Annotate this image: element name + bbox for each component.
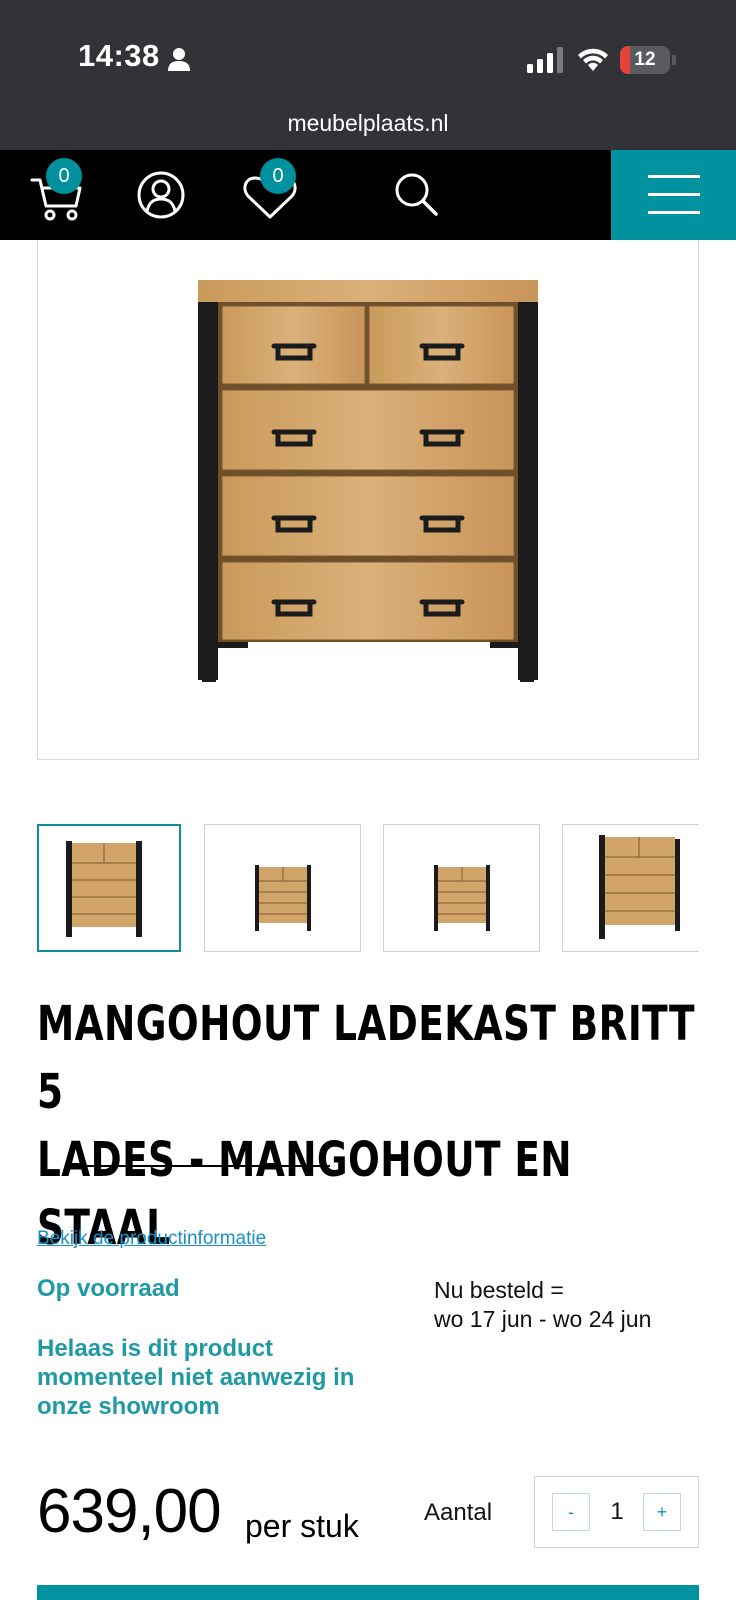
person-icon	[168, 48, 190, 71]
price-unit: per stuk	[245, 1508, 359, 1544]
thumbnail-image	[599, 835, 680, 939]
site-navbar: 0 0	[0, 150, 736, 240]
cart-count-badge: 0	[46, 158, 82, 194]
product-price: 639,00	[37, 1477, 222, 1546]
quantity-stepper: - 1 +	[534, 1476, 699, 1548]
thumbnail-2[interactable]	[204, 824, 361, 952]
menu-icon	[648, 175, 700, 178]
wifi-icon	[578, 48, 608, 71]
quantity-decrease-button[interactable]: -	[552, 1493, 590, 1531]
status-bar: 14:38 12 meubelplaats.nl	[0, 0, 736, 150]
menu-icon-line	[648, 193, 700, 196]
thumbnail-3[interactable]	[383, 824, 540, 952]
battery-icon: 12	[620, 46, 670, 74]
thumbnail-image	[434, 865, 490, 931]
menu-button[interactable]	[611, 150, 736, 240]
menu-icon-line	[648, 211, 700, 214]
thumbnail-strip	[37, 824, 699, 952]
thumbnail-image	[255, 865, 311, 931]
add-to-cart-button[interactable]	[37, 1585, 699, 1600]
stock-status: Op voorraad	[37, 1275, 180, 1302]
battery-nub	[672, 55, 676, 65]
delivery-estimate: Nu besteld = wo 17 jun - wo 24 jun	[434, 1276, 651, 1334]
product-title: MANGOHOUT LADEKAST BRITT 5 LADES - MANGO…	[37, 990, 708, 1262]
signal-icon	[527, 47, 563, 73]
delivery-label: Nu besteld =	[434, 1277, 564, 1303]
account-icon[interactable]	[136, 170, 186, 220]
product-photo	[198, 280, 538, 682]
wishlist-count-badge: 0	[260, 158, 296, 194]
quantity-increase-button[interactable]: +	[643, 1493, 681, 1531]
status-time: 14:38	[78, 38, 160, 73]
product-main-image[interactable]	[37, 240, 699, 760]
product-title-line-1: MANGOHOUT LADEKAST BRITT 5	[37, 996, 695, 1120]
quantity-label: Aantal	[424, 1499, 493, 1526]
title-divider	[73, 1165, 330, 1167]
thumbnail-image	[66, 841, 142, 937]
showroom-notice: Helaas is dit product momenteel niet aan…	[37, 1335, 355, 1420]
quantity-input[interactable]: 1	[591, 1493, 643, 1531]
thumbnail-1[interactable]	[37, 824, 181, 952]
product-info-link[interactable]: Bekijk de productinformatie	[37, 1228, 266, 1250]
battery-level: 12	[634, 49, 656, 70]
address-bar-url[interactable]: meubelplaats.nl	[0, 110, 736, 137]
thumbnail-4[interactable]	[562, 824, 699, 952]
search-icon[interactable]	[393, 171, 439, 217]
delivery-dates: wo 17 jun - wo 24 jun	[434, 1306, 652, 1332]
